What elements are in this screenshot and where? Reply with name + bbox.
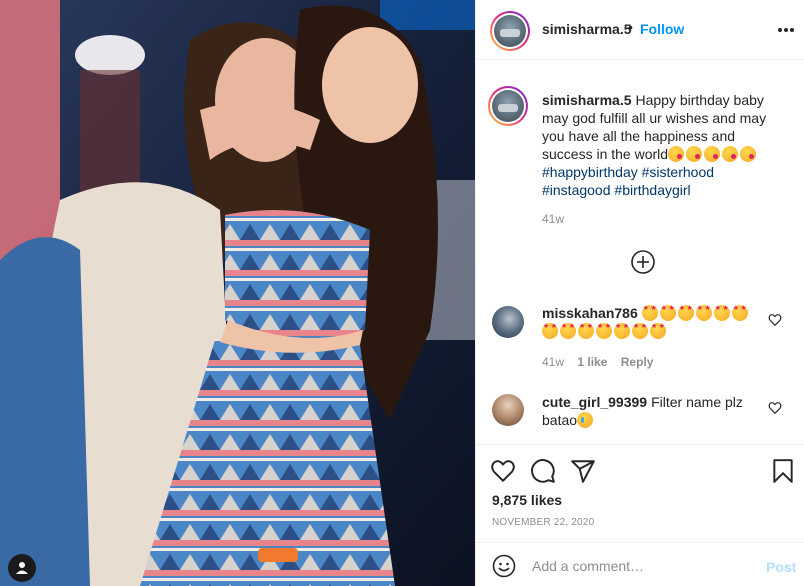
bookmark-icon[interactable] <box>770 458 796 484</box>
star-struck-icon <box>641 305 658 321</box>
comment-reply-button[interactable]: Reply <box>621 355 654 369</box>
heart-icon[interactable] <box>768 401 782 415</box>
star-struck-icon <box>713 305 730 321</box>
comment-avatar[interactable] <box>492 306 524 338</box>
star-struck-icon <box>632 323 648 339</box>
author-avatar[interactable] <box>490 11 530 51</box>
star-struck-icon <box>650 323 666 339</box>
likes-count[interactable]: 9,875 likes <box>492 492 562 508</box>
hashtag-link[interactable]: #instagood <box>542 182 611 198</box>
kissing-heart-icon <box>740 146 757 162</box>
post-photo[interactable] <box>0 0 475 586</box>
post-caption: simisharma.5 Happy birthday baby may god … <box>542 91 782 199</box>
comment-meta: 41w 1 like Reply <box>542 355 663 369</box>
kissing-heart-icon <box>704 146 721 162</box>
star-struck-icon <box>542 323 558 339</box>
post-comment-button[interactable]: Post <box>766 559 796 575</box>
author-username[interactable]: simisharma.5 <box>542 21 632 37</box>
caption-username[interactable]: simisharma.5 <box>542 92 632 108</box>
caption-hashtags: #happybirthday #sisterhood #instagood #b… <box>542 164 714 198</box>
disappointed-relieved-icon <box>577 412 594 428</box>
comment-avatar[interactable] <box>492 394 524 426</box>
kissing-heart-icon <box>686 146 703 162</box>
comment-timestamp[interactable]: 41w <box>542 355 564 369</box>
star-struck-icon <box>560 323 576 339</box>
plus-circle-icon[interactable] <box>630 249 656 275</box>
paper-plane-icon[interactable] <box>570 458 596 484</box>
star-struck-icon <box>695 305 712 321</box>
follow-button[interactable]: Follow <box>640 21 684 37</box>
post-date[interactable]: NOVEMBER 22, 2020 <box>492 517 594 528</box>
star-struck-icon <box>659 305 676 321</box>
add-comment-bar: Post <box>476 542 804 586</box>
comment-icon[interactable] <box>530 458 556 484</box>
post-actions: 9,875 likes NOVEMBER 22, 2020 <box>476 444 804 542</box>
user-tag-button[interactable] <box>8 554 36 582</box>
post-header: simisharma.5 • Follow <box>476 0 804 60</box>
user-tag-icon <box>16 562 28 574</box>
comment-input[interactable] <box>532 555 752 577</box>
star-struck-icon <box>614 323 630 339</box>
star-struck-icon <box>578 323 594 339</box>
star-struck-icon <box>677 305 694 321</box>
hashtag-link[interactable]: #happybirthday <box>542 164 638 180</box>
kissing-heart-icon <box>722 146 739 162</box>
comment-item: misskahan786 <box>542 304 762 340</box>
post-photo-illustration <box>0 0 475 586</box>
hashtag-link[interactable]: #birthdaygirl <box>614 182 690 198</box>
hashtag-link[interactable]: #sisterhood <box>642 164 714 180</box>
header-separator: • <box>628 19 633 35</box>
more-horizontal-icon[interactable] <box>776 20 796 40</box>
caption-emojis <box>668 146 758 162</box>
smiley-icon[interactable] <box>492 554 516 578</box>
heart-icon[interactable] <box>490 458 516 484</box>
kissing-heart-icon <box>668 146 685 162</box>
star-struck-icon <box>731 305 748 321</box>
post-side-panel: simisharma.5 • Follow simisharma.5 Happy … <box>475 0 804 586</box>
comment-username[interactable]: cute_girl_99399 <box>542 394 647 410</box>
star-struck-icon <box>596 323 612 339</box>
caption-avatar[interactable] <box>488 86 528 126</box>
comment-username[interactable]: misskahan786 <box>542 305 638 321</box>
comment-item: cute_girl_99399 Filter name plz batao <box>542 393 762 429</box>
caption-timestamp[interactable]: 41w <box>542 212 564 226</box>
heart-icon[interactable] <box>768 313 782 327</box>
comment-likes[interactable]: 1 like <box>577 355 607 369</box>
